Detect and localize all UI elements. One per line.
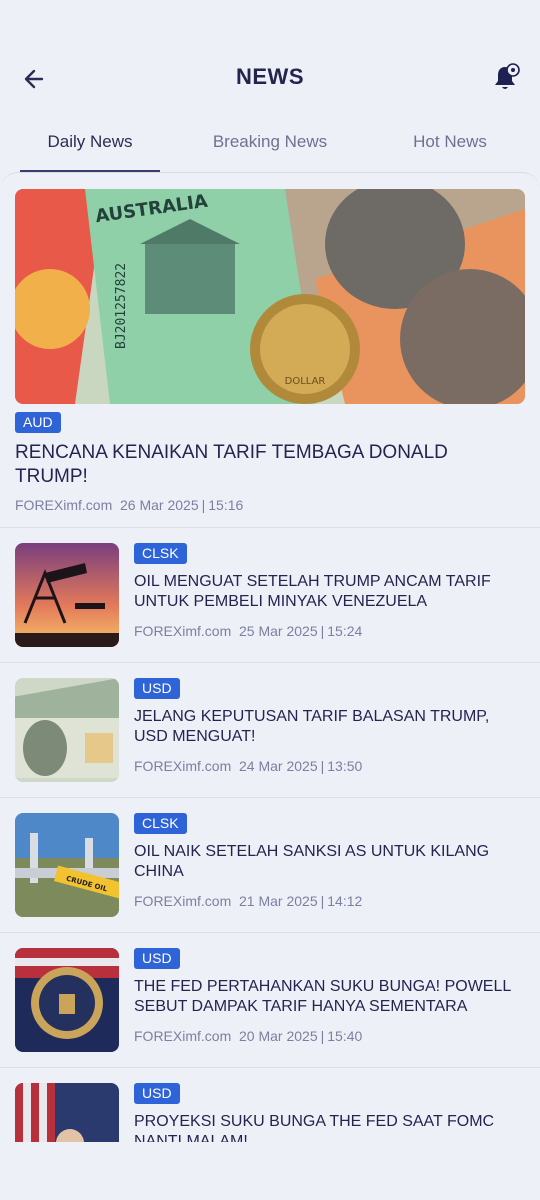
source: FOREXimf.com bbox=[15, 497, 113, 513]
item-badge: CLSK bbox=[134, 543, 187, 564]
item-title: PROYEKSI SUKU BUNGA THE FED SAAT FOMC NA… bbox=[134, 1113, 495, 1142]
item-badge: USD bbox=[134, 948, 180, 969]
list-item[interactable]: USD PROYEKSI SUKU BUNGA THE FED SAAT FOM… bbox=[0, 1068, 540, 1142]
oil-pipeline-thumbnail: CRUDE OIL bbox=[15, 813, 119, 917]
tab-hot-news[interactable]: Hot News bbox=[360, 118, 540, 172]
oil-pump-thumbnail bbox=[15, 543, 119, 647]
app-header: NEWS bbox=[0, 50, 540, 106]
tab-daily-news[interactable]: Daily News bbox=[0, 118, 180, 172]
date: 24 Mar 2025 bbox=[239, 758, 318, 774]
item-meta: FOREXimf.com 21 Mar 2025 | 14:12 bbox=[134, 893, 363, 909]
item-body: USD THE FED PERTAHANKAN SUKU BUNGA! POWE… bbox=[134, 948, 520, 1017]
date: 21 Mar 2025 bbox=[239, 893, 318, 909]
item-badge: CLSK bbox=[134, 813, 187, 834]
dollar-bills-thumbnail bbox=[15, 678, 119, 782]
source: FOREXimf.com bbox=[134, 758, 232, 774]
source: FOREXimf.com bbox=[134, 623, 232, 639]
time: 15:24 bbox=[327, 623, 363, 639]
news-tabs: Daily News Breaking News Hot News bbox=[0, 118, 540, 172]
item-meta: FOREXimf.com 20 Mar 2025 | 15:40 bbox=[134, 1028, 363, 1044]
news-list: AUSTRALIA BJ201257822 DOLLAR AUD RENCANA… bbox=[0, 172, 540, 1142]
list-item[interactable]: CRUDE OIL CLSK OIL NAIK SETELAH SANKSI A… bbox=[0, 798, 540, 933]
time: 13:50 bbox=[327, 758, 363, 774]
featured-image: AUSTRALIA BJ201257822 DOLLAR bbox=[15, 189, 525, 404]
list-item[interactable]: CLSK OIL MENGUAT SETELAH TRUMP ANCAM TAR… bbox=[0, 528, 540, 663]
coin-text: DOLLAR bbox=[285, 376, 326, 387]
featured-article[interactable]: AUSTRALIA BJ201257822 DOLLAR AUD RENCANA… bbox=[0, 173, 540, 528]
item-title: OIL MENGUAT SETELAH TRUMP ANCAM TARIF UN… bbox=[134, 573, 491, 610]
time: 15:16 bbox=[208, 497, 244, 513]
list-item[interactable]: USD JELANG KEPUTUSAN TARIF BALASAN TRUMP… bbox=[0, 663, 540, 798]
source: FOREXimf.com bbox=[134, 893, 232, 909]
item-title: THE FED PERTAHANKAN SUKU BUNGA! POWELL S… bbox=[134, 978, 511, 1015]
tab-breaking-news[interactable]: Breaking News bbox=[180, 118, 360, 172]
item-badge: USD bbox=[134, 678, 180, 699]
item-body: CLSK OIL MENGUAT SETELAH TRUMP ANCAM TAR… bbox=[134, 543, 520, 612]
notification-settings-icon[interactable] bbox=[492, 62, 522, 94]
featured-badge: AUD bbox=[15, 412, 61, 433]
item-meta: FOREXimf.com 25 Mar 2025 | 15:24 bbox=[134, 623, 363, 639]
banknote-serial-text: BJ201257822 bbox=[114, 263, 129, 349]
source: FOREXimf.com bbox=[134, 1028, 232, 1044]
item-body: CLSK OIL NAIK SETELAH SANKSI AS UNTUK KI… bbox=[134, 813, 520, 882]
item-body: USD PROYEKSI SUKU BUNGA THE FED SAAT FOM… bbox=[134, 1083, 520, 1142]
date: 20 Mar 2025 bbox=[239, 1028, 318, 1044]
item-body: USD JELANG KEPUTUSAN TARIF BALASAN TRUMP… bbox=[134, 678, 520, 747]
time: 15:40 bbox=[327, 1028, 363, 1044]
item-title: OIL NAIK SETELAH SANKSI AS UNTUK KILANG … bbox=[134, 843, 490, 880]
powell-thumbnail bbox=[15, 1083, 119, 1142]
featured-title: RENCANA KENAIKAN TARIF TEMBAGA DONALD TR… bbox=[15, 442, 448, 487]
item-title: JELANG KEPUTUSAN TARIF BALASAN TRUMP, US… bbox=[134, 708, 490, 745]
date: 25 Mar 2025 bbox=[239, 623, 318, 639]
featured-meta: FOREXimf.com 26 Mar 2025 | 15:16 bbox=[15, 497, 244, 513]
item-badge: USD bbox=[134, 1083, 180, 1104]
list-item[interactable]: USD THE FED PERTAHANKAN SUKU BUNGA! POWE… bbox=[0, 933, 540, 1068]
page-title: NEWS bbox=[236, 64, 304, 89]
date: 26 Mar 2025 bbox=[120, 497, 199, 513]
fed-seal-thumbnail bbox=[15, 948, 119, 1052]
time: 14:12 bbox=[327, 893, 363, 909]
item-meta: FOREXimf.com 24 Mar 2025 | 13:50 bbox=[134, 758, 363, 774]
